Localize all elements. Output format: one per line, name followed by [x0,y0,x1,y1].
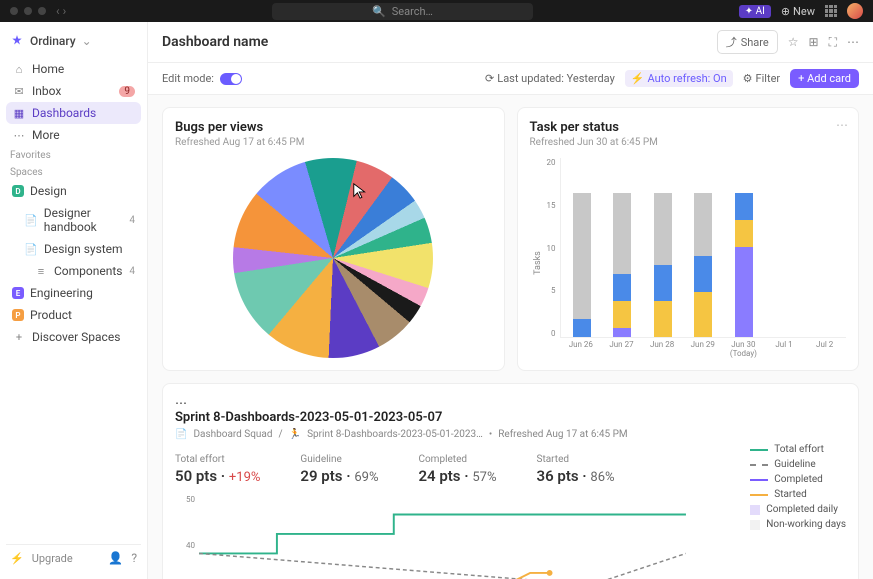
main: Dashboard name ⤴ Share ☆ ⊞ ⛶ ⋯ Edit mode… [148,22,873,579]
doc-icon: 📄 [24,243,38,256]
sidebar-footer: ⚡ Upgrade 👤 ? [6,544,141,571]
filter-button[interactable]: ⚙ Filter [743,72,780,85]
upgrade-button[interactable]: Upgrade [32,552,73,565]
sidebar-item-home[interactable]: ⌂Home [6,58,141,80]
list-icon: ≡ [34,265,48,278]
bar-chart[interactable]: Tasks 20151050 Jun 26Jun 27Jun 28Jun 29J… [530,158,847,358]
window-controls [10,7,46,15]
sidebar-item-dashboards[interactable]: ▦Dashboards [6,102,141,124]
nav-arrows[interactable]: ‹ › [56,4,66,18]
card-more-icon[interactable]: ⋯ [175,396,187,410]
home-icon: ⌂ [12,63,26,76]
share-button[interactable]: ⤴ Share [717,30,778,54]
inbox-icon: ✉ [12,85,26,98]
bolt-icon: ⚡ [631,72,645,85]
add-card-button[interactable]: + Add card [790,69,859,88]
main-header: Dashboard name ⤴ Share ☆ ⊞ ⛶ ⋯ [148,22,873,63]
space-color-icon: P [12,309,24,321]
refresh-icon: ⟳ [485,72,494,85]
filter-icon: ⚙ [743,72,753,85]
sidebar-item-inbox[interactable]: ✉Inbox9 [6,80,141,102]
edit-mode-label: Edit mode: [162,72,214,85]
space-item[interactable]: 📄Designer handbook4 [6,202,141,238]
space-item[interactable]: DDesign [6,180,141,202]
help-icon[interactable]: ? [131,551,137,565]
dashboard-subbar: Edit mode: ⟳ Last updated: Yesterday ⚡ A… [148,63,873,95]
sidebar: Ordinary ⌄ ⌂Home✉Inbox9▦Dashboards⋯More … [0,22,148,579]
avatar[interactable] [847,3,863,19]
favorites-label: Favorites [6,146,141,163]
space-item[interactable]: 📄Design system [6,238,141,260]
space-item[interactable]: EEngineering [6,282,141,304]
line-chart-svg [199,495,686,579]
more-icon: ⋯ [12,129,26,142]
space-item[interactable]: ≡Components4 [6,260,141,282]
card-more-icon[interactable]: ⋯ [836,118,848,132]
ai-badge[interactable]: ✦ AI [739,5,771,18]
pie-chart[interactable] [233,158,433,358]
workspace-logo-icon [10,34,24,48]
page-title: Dashboard name [162,34,268,50]
folder-icon: 📄 [175,429,187,440]
card-subtitle: Refreshed Aug 17 at 6:45 PM [175,137,492,148]
card-title: Sprint 8-Dashboards-2023-05-01-2023-05-0… [175,410,846,425]
card-task-per-status: ⋯ Task per status Refreshed Jun 30 at 6:… [517,107,860,371]
metric: Total effort50 pts · +19% [175,454,260,485]
search-icon: 🔍 [372,5,386,18]
plus-icon: + [12,331,26,344]
card-bugs-per-views: Bugs per views Refreshed Aug 17 at 6:45 … [162,107,505,371]
star-icon[interactable]: ☆ [788,35,799,49]
global-search[interactable]: 🔍 Search… [272,3,533,20]
chevron-down-icon: ⌄ [82,34,92,48]
card-title: Bugs per views [175,120,492,135]
card-breadcrumb: 📄 Dashboard Squad / 🏃 Sprint 8-Dashboard… [175,429,846,440]
apps-icon[interactable] [825,5,837,17]
metric: Completed24 pts · 57% [418,454,496,485]
space-color-icon: D [12,185,24,197]
edit-mode-toggle[interactable] [220,73,242,85]
os-topbar: ‹ › 🔍 Search… ✦ AI ⊕ New [0,0,873,22]
space-item[interactable]: PProduct [6,304,141,326]
card-subtitle: Refreshed Jun 30 at 6:45 PM [530,137,847,148]
line-chart[interactable]: 504030 [175,495,846,579]
last-updated[interactable]: ⟳ Last updated: Yesterday [485,72,615,85]
card-title: Task per status [530,120,847,135]
upgrade-icon: ⚡ [10,552,24,565]
space-color-icon: E [12,287,24,299]
spaces-label: Spaces [6,163,141,180]
sidebar-item-more[interactable]: ⋯More [6,124,141,146]
share-icon: ⤴ [726,34,737,50]
metric: Started36 pts · 86% [537,454,615,485]
dashboard-icon: ▦ [12,107,26,120]
card-sprint: ⋯ Sprint 8-Dashboards-2023-05-01-2023-05… [162,383,859,579]
expand-icon[interactable]: ⛶ [829,35,837,50]
more-icon[interactable]: ⋯ [847,35,859,49]
new-button[interactable]: ⊕ New [781,5,815,18]
doc-icon: 📄 [24,214,38,227]
metric: Guideline29 pts · 69% [300,454,378,485]
search-placeholder: Search… [392,5,433,18]
workspace-switcher[interactable]: Ordinary ⌄ [6,30,141,52]
auto-refresh[interactable]: ⚡ Auto refresh: On [625,70,733,87]
person-icon[interactable]: 👤 [108,551,123,565]
discover-spaces[interactable]: + Discover Spaces [6,326,141,348]
sprint-icon: 🏃 [289,429,301,440]
print-icon[interactable]: ⊞ [809,35,819,49]
workspace-name: Ordinary [30,34,76,48]
